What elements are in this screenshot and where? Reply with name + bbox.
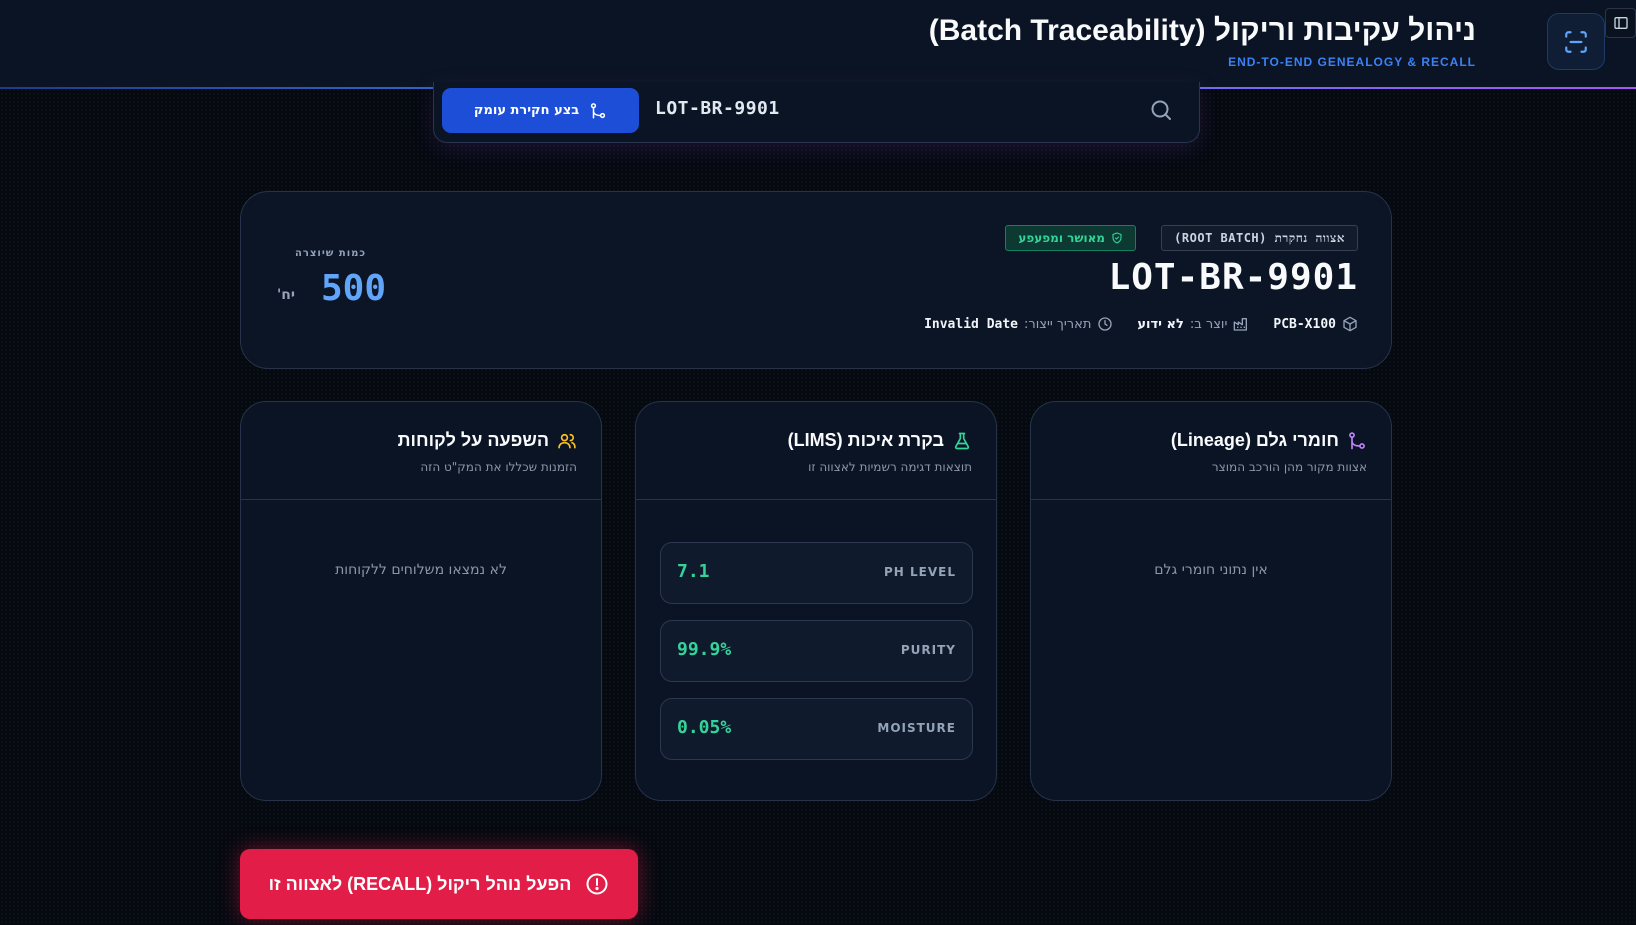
search-input[interactable]: LOT-BR-9901 — [655, 98, 780, 119]
deep-trace-button[interactable]: בצע חקירת עומק — [442, 88, 639, 133]
customers-title: השפעה על לקוחות — [398, 430, 577, 451]
lineage-title-text: חומרי גלם (Lineage) — [1170, 430, 1339, 450]
metric-name: MOISTURE — [877, 721, 956, 735]
factory-icon — [1234, 318, 1248, 331]
product-meta: PCB-X100 — [1273, 316, 1358, 332]
manufacturer-meta: יוצר ב: לא ידוע — [1137, 316, 1249, 332]
scan-button[interactable] — [1547, 13, 1605, 70]
metric-row: MOISTURE 0.05% — [660, 698, 973, 760]
search-bar: בצע חקירת עומק LOT-BR-9901 — [433, 82, 1200, 143]
quantity-unit: יח' — [277, 287, 296, 303]
recall-button[interactable]: הפעל נוהל ריקול (RECALL) לאצווה זו — [240, 849, 638, 919]
lineage-empty-state: אין נתוני חומרי גלם — [1154, 562, 1268, 578]
metric-value: 99.9% — [677, 639, 732, 660]
git-branch-icon — [1349, 431, 1365, 449]
box-icon — [1343, 316, 1357, 332]
metric-row: PURITY 99.9% — [660, 620, 973, 682]
sidebar-icon — [1613, 17, 1628, 29]
manufacturer-label: יוצר ב: — [1189, 316, 1228, 332]
page-subtitle: END-TO-END GENEALOGY & RECALL — [1228, 55, 1476, 69]
recall-button-label: הפעל נוהל ריקול (RECALL) לאצווה זו — [268, 873, 572, 894]
batch-id: LOT-BR-9901 — [1108, 257, 1358, 298]
root-batch-badge: אצווה נחקרת (ROOT BATCH) — [1161, 225, 1358, 251]
deep-trace-label: בצע חקירת עומק — [473, 103, 580, 118]
customers-subtitle: הזמנות שכללו את המק"ט הזה — [420, 460, 577, 474]
date-label: תאריך ייצור: — [1024, 316, 1092, 332]
metric-value: 7.1 — [677, 561, 710, 582]
customers-panel-header: השפעה על לקוחות הזמנות שכללו את המק"ט הז… — [241, 402, 601, 500]
app-header: ניהול עקיבות וריקול (Batch Traceability)… — [0, 0, 1636, 89]
lineage-panel-header: חומרי גלם (Lineage) אצוות מקור מהן הורכב… — [1031, 402, 1391, 500]
quality-title: בקרת איכות (LIMS) — [788, 430, 972, 451]
shield-check-icon — [1112, 232, 1122, 244]
batch-summary-card: אצווה נחקרת (ROOT BATCH) מאושר ומפעפע LO… — [240, 191, 1392, 369]
lineage-subtitle: אצוות מקור מהן הורכב המוצר — [1211, 460, 1367, 474]
page-title: ניהול עקיבות וריקול (Batch Traceability) — [928, 14, 1476, 47]
quality-title-text: בקרת איכות (LIMS) — [787, 430, 944, 450]
date-meta: תאריך ייצור: Invalid Date — [924, 316, 1113, 332]
metric-name: PH LEVEL — [884, 565, 956, 579]
clock-icon — [1098, 317, 1113, 331]
quality-panel: בקרת איכות (LIMS) תוצאות דגימה רשמיות לא… — [635, 401, 997, 801]
customers-panel: השפעה על לקוחות הזמנות שכללו את המק"ט הז… — [240, 401, 602, 801]
status-badge-label: מאושר ומפעפע — [1018, 231, 1105, 245]
product-code: PCB-X100 — [1273, 316, 1336, 332]
status-badge: מאושר ומפעפע — [1005, 225, 1136, 251]
scan-icon — [1565, 30, 1587, 53]
flask-icon — [954, 432, 970, 449]
sidebar-toggle-button[interactable] — [1605, 8, 1636, 38]
lineage-panel: חומרי גלם (Lineage) אצוות מקור מהן הורכב… — [1030, 401, 1392, 801]
quantity-value: 500 — [321, 268, 387, 309]
quality-panel-header: בקרת איכות (LIMS) תוצאות דגימה רשמיות לא… — [636, 402, 996, 500]
metric-row: PH LEVEL 7.1 — [660, 542, 973, 604]
manufacturer-value: לא ידוע — [1137, 316, 1184, 332]
metric-name: PURITY — [900, 643, 956, 657]
date-value: Invalid Date — [924, 316, 1018, 332]
customers-title-text: השפעה על לקוחות — [397, 430, 549, 450]
alert-circle-icon — [586, 873, 608, 895]
quantity-label: כמות שיוצרה — [295, 248, 367, 259]
quality-subtitle: תוצאות דגימה רשמיות לאצווה זו — [808, 460, 972, 474]
users-icon — [558, 433, 576, 448]
lineage-title: חומרי גלם (Lineage) — [1171, 430, 1367, 451]
search-icon — [1149, 98, 1173, 126]
metric-value: 0.05% — [677, 717, 732, 738]
customers-empty-state: לא נמצאו משלוחים ללקוחות — [335, 562, 507, 578]
git-branch-icon — [591, 102, 606, 118]
batch-meta: PCB-X100 יוצר ב: לא ידוע תאריך ייצור: In… — [924, 316, 1358, 332]
